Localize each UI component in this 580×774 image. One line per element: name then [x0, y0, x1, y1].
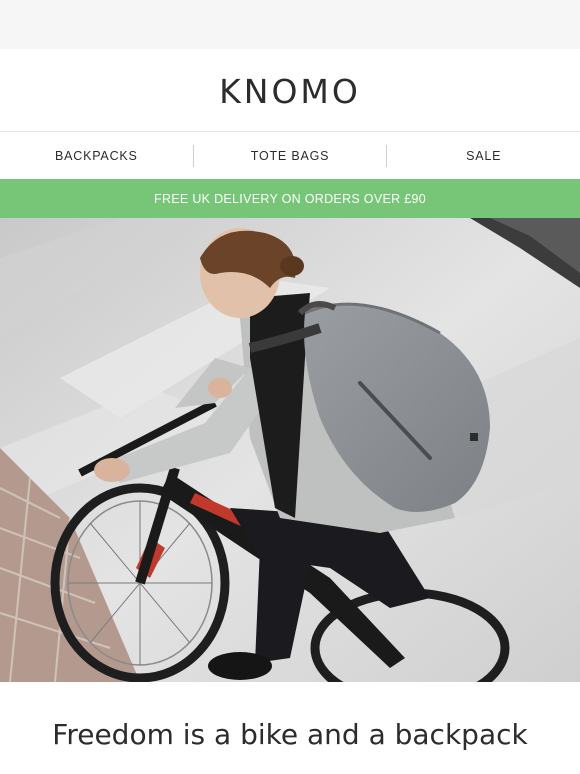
header: KNOMO — [0, 49, 580, 131]
cyclist-with-backpack-illustration — [0, 218, 580, 682]
nav-item-tote-bags[interactable]: TOTE BAGS — [194, 149, 387, 163]
hero-headline: Freedom is a bike and a backpack — [52, 717, 528, 751]
hero-image[interactable] — [0, 218, 580, 682]
nav-item-backpacks[interactable]: BACKPACKS — [0, 149, 193, 163]
delivery-banner-text: FREE UK DELIVERY ON ORDERS OVER £90 — [154, 191, 426, 206]
hero-headline-section: Freedom is a bike and a backpack — [0, 682, 580, 774]
preheader-bar — [0, 0, 580, 49]
brand-logo[interactable]: KNOMO — [219, 72, 361, 111]
category-nav: BACKPACKS TOTE BAGS SALE — [0, 132, 580, 179]
nav-item-sale[interactable]: SALE — [387, 149, 580, 163]
delivery-banner[interactable]: FREE UK DELIVERY ON ORDERS OVER £90 — [0, 179, 580, 218]
